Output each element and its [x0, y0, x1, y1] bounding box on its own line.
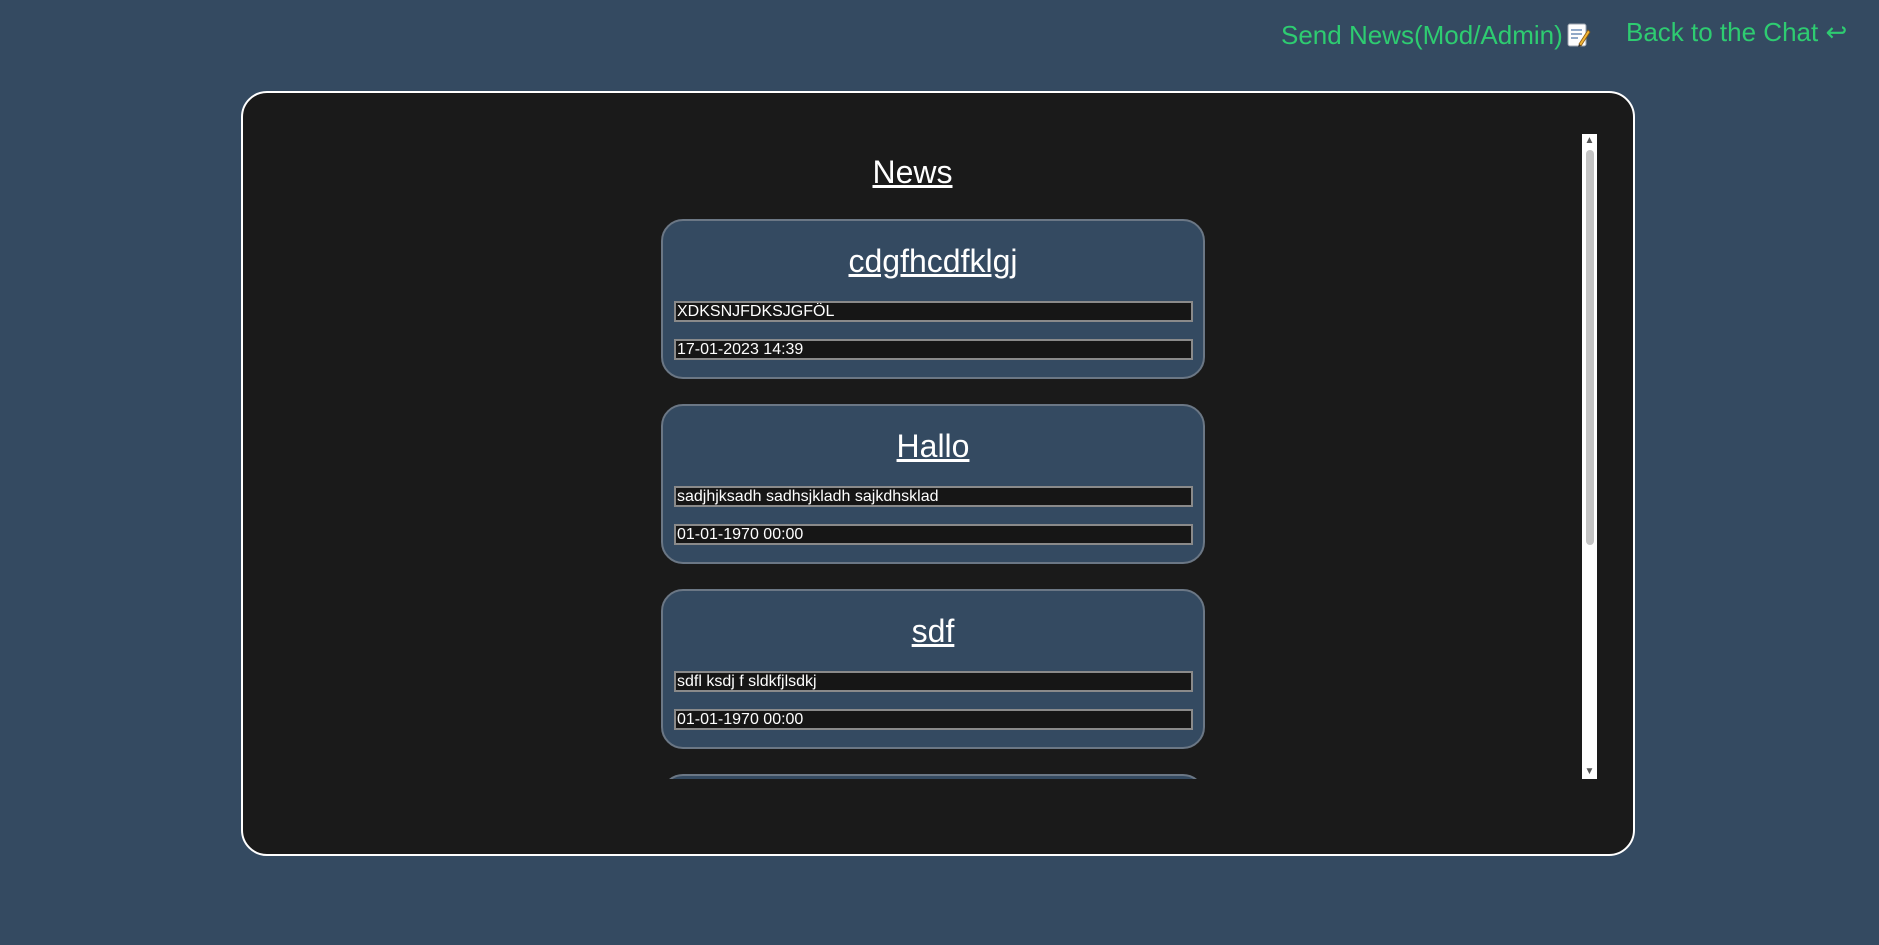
news-scroll-area[interactable]: News cdgfhcdfklgj XDKSNJFDKSJGFÖL 17-01-…: [243, 134, 1582, 779]
news-card-text: XDKSNJFDKSJGFÖL: [674, 301, 1193, 322]
scroll-up-arrow-icon[interactable]: ▲: [1582, 134, 1597, 148]
news-card: Hallo sadjhjksadh sadhsjkladh sajkdhskla…: [661, 404, 1205, 564]
news-card-title: cdgfhcdfklgj: [848, 243, 1018, 279]
news-card-date: 01-01-1970 00:00: [674, 709, 1193, 730]
news-card-date: 17-01-2023 14:39: [674, 339, 1193, 360]
send-news-label: Send News(Mod/Admin): [1281, 20, 1563, 50]
memo-icon: [1565, 22, 1591, 48]
news-card-partial: [661, 774, 1205, 779]
news-card-date: 01-01-1970 00:00: [674, 524, 1193, 545]
page-title: News: [872, 154, 953, 190]
scrollbar[interactable]: ▲ ▼: [1582, 134, 1597, 779]
news-card-text: sdfl ksdj f sldkfjlsdkj: [674, 671, 1193, 692]
news-card-title: sdf: [911, 613, 955, 649]
news-panel: News cdgfhcdfklgj XDKSNJFDKSJGFÖL 17-01-…: [241, 91, 1635, 856]
news-card-title: Hallo: [896, 428, 970, 464]
news-card: cdgfhcdfklgj XDKSNJFDKSJGFÖL 17-01-2023 …: [661, 219, 1205, 379]
scrollbar-thumb[interactable]: [1586, 150, 1594, 545]
send-news-link[interactable]: Send News(Mod/Admin): [1281, 20, 1591, 51]
scroll-down-arrow-icon[interactable]: ▼: [1582, 765, 1597, 779]
back-to-chat-link[interactable]: Back to the Chat ↩: [1626, 17, 1847, 48]
news-card-text: sadjhjksadh sadhsjkladh sajkdhsklad: [674, 486, 1193, 507]
news-card: sdf sdfl ksdj f sldkfjlsdkj 01-01-1970 0…: [661, 589, 1205, 749]
